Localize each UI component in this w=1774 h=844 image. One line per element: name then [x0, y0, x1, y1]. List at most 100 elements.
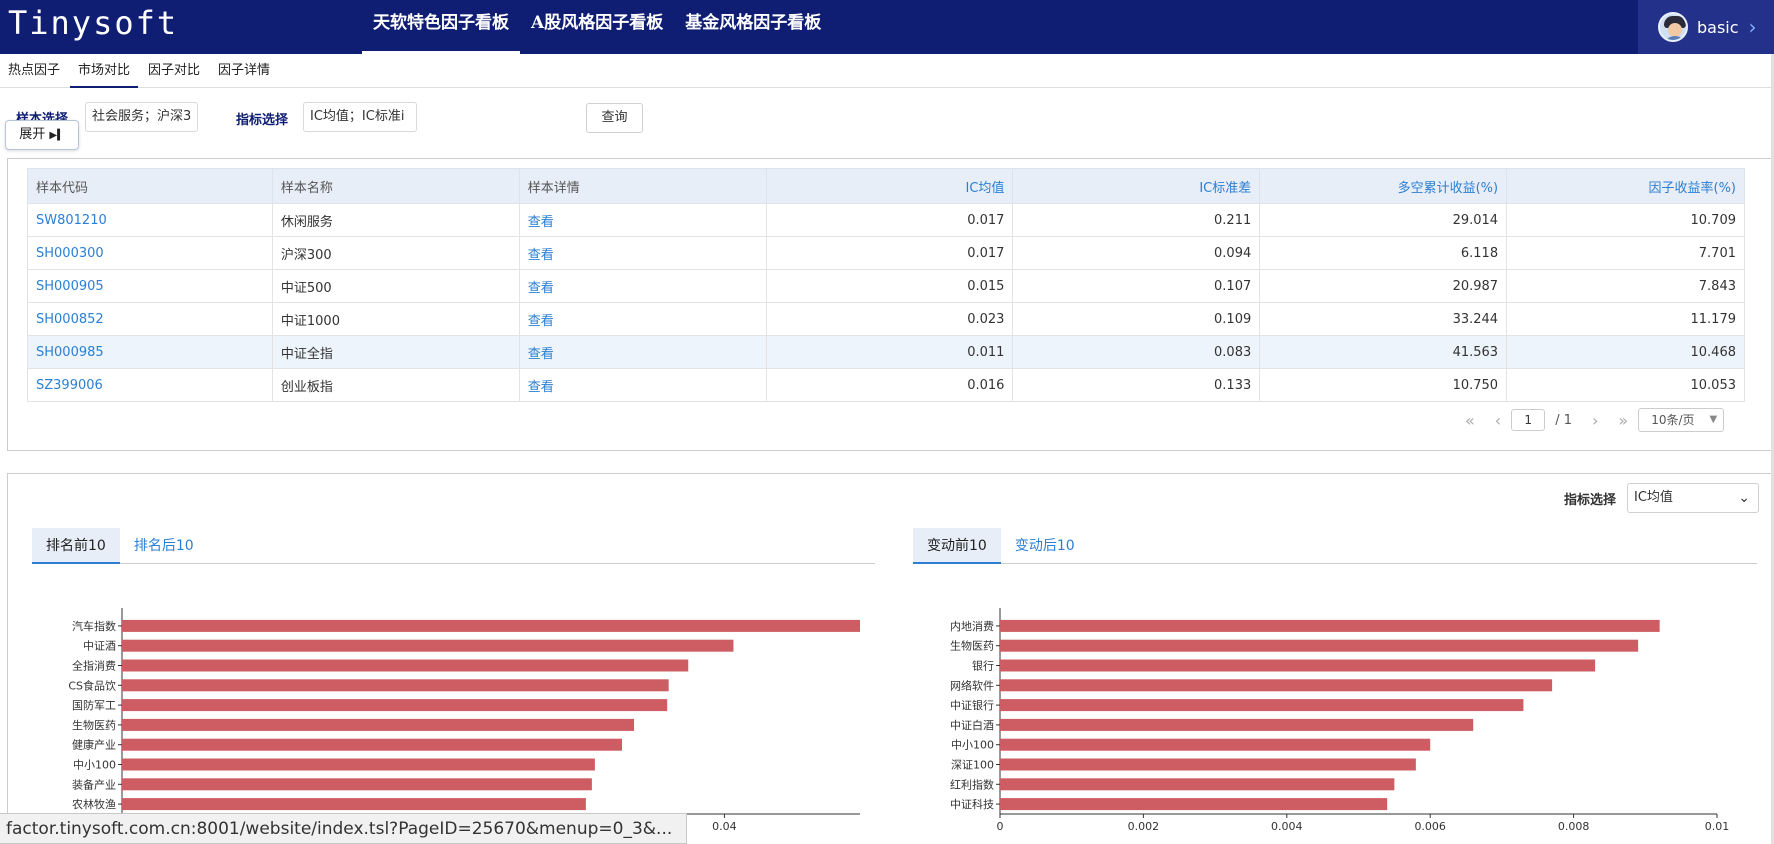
col-factor-return[interactable]: 因子收益率(%)	[1506, 168, 1745, 204]
page-total: / 1	[1555, 412, 1572, 428]
sample-code-link[interactable]: SH000852	[27, 302, 273, 336]
status-bar-url: factor.tinysoft.com.cn:8001/website/inde…	[0, 813, 688, 844]
ic-std-cell: 0.094	[1012, 236, 1261, 270]
bar[interactable]	[1000, 758, 1416, 771]
ic-std-cell: 0.133	[1012, 368, 1261, 402]
page-size-select[interactable]: 10条/页 ▼	[1638, 408, 1725, 432]
tab-bottom10[interactable]: 排名后10	[120, 528, 208, 564]
ic-std-cell: 0.107	[1012, 269, 1261, 303]
y-tick-label: 中证银行	[950, 698, 994, 712]
col-code[interactable]: 样本代码	[27, 168, 273, 204]
sample-code-link[interactable]: SH000985	[27, 335, 273, 369]
bar[interactable]	[1000, 659, 1596, 672]
chart-metric-label: 指标选择	[1564, 493, 1617, 508]
next-page-icon[interactable]: ›	[1592, 411, 1598, 430]
y-tick-label: 银行	[972, 659, 994, 673]
view-link[interactable]: 查看	[518, 236, 767, 270]
col-name[interactable]: 样本名称	[271, 168, 520, 204]
logo[interactable]: Tinysoft	[8, 4, 178, 42]
y-tick-label: 农林牧渔	[72, 797, 116, 811]
results-table: 样本代码 样本名称 样本详情 IC均值 IC标准差 多空累计收益(%) 因子收益…	[27, 168, 1745, 402]
ic-mean-cell: 0.015	[765, 269, 1014, 303]
long-short-cell: 20.987	[1259, 269, 1508, 303]
top-navbar: Tinysoft 天软特色因子看板 A股风格因子看板 基金风格因子看板 basi…	[0, 0, 1774, 54]
view-link[interactable]: 查看	[518, 335, 767, 369]
sample-code-link[interactable]: SH000905	[27, 269, 273, 303]
expand-label: 展开	[19, 127, 46, 142]
col-detail[interactable]: 样本详情	[518, 168, 767, 204]
sample-code-link[interactable]: SH000300	[27, 236, 273, 270]
y-tick-label: 网络软件	[950, 678, 994, 692]
bar[interactable]	[122, 619, 860, 632]
sample-code-link[interactable]: SZ399006	[27, 368, 273, 402]
top-nav: 天软特色因子看板 A股风格因子看板 基金风格因子看板	[362, 0, 832, 54]
bar[interactable]	[122, 798, 586, 811]
long-short-cell: 41.563	[1259, 335, 1508, 369]
col-ic-std[interactable]: IC标准差	[1012, 168, 1261, 204]
view-link[interactable]: 查看	[518, 368, 767, 402]
tab-top10[interactable]: 排名前10	[32, 528, 120, 564]
y-tick-label: 内地消费	[950, 619, 994, 633]
prev-page-icon[interactable]: ‹	[1495, 411, 1501, 430]
x-tick-label: 0	[997, 820, 1004, 833]
tab-factor-detail[interactable]: 因子详情	[210, 54, 278, 88]
left-chart-tabs: 排名前10 排名后10	[32, 528, 875, 564]
long-short-cell: 6.118	[1259, 236, 1508, 270]
sample-name: 创业板指	[271, 368, 520, 402]
bar[interactable]	[1000, 679, 1553, 692]
tab-change-bottom10[interactable]: 变动后10	[1001, 528, 1089, 564]
page-input[interactable]: 1	[1511, 409, 1546, 431]
query-button[interactable]: 查询	[586, 103, 643, 133]
bar[interactable]	[122, 699, 668, 712]
bar[interactable]	[1000, 738, 1431, 751]
bar[interactable]	[1000, 619, 1660, 632]
tab-factor-compare[interactable]: 因子对比	[140, 54, 208, 88]
nav-tinysoft-factor-board[interactable]: 天软特色因子看板	[362, 0, 520, 54]
y-tick-label: 中小100	[951, 739, 994, 752]
y-tick-label: 生物医药	[72, 718, 116, 732]
view-link[interactable]: 查看	[518, 269, 767, 303]
col-ic-mean[interactable]: IC均值	[765, 168, 1014, 204]
chart-metric-select[interactable]: IC均值 ⌄	[1627, 483, 1759, 513]
user-menu[interactable]: basic ›	[1638, 0, 1774, 54]
long-short-cell: 29.014	[1259, 203, 1508, 237]
left-bar-chart: 汽车指数中证酒全指消费 CS食品饮国防军工生物医药健康产业中小100 装备产业农林牧…	[68, 608, 860, 833]
metric-select-label: 指标选择	[236, 113, 289, 128]
tab-hot-factors[interactable]: 热点因子	[0, 54, 68, 88]
tab-change-top10[interactable]: 变动前10	[913, 528, 1001, 564]
factor-return-cell: 10.468	[1506, 335, 1745, 369]
x-tick-label: 0.004	[1271, 820, 1303, 833]
bar[interactable]	[122, 778, 592, 791]
y-tick-label: 中证白酒	[950, 718, 994, 732]
view-link[interactable]: 查看	[518, 203, 767, 237]
metric-select-input[interactable]: IC均值；IC标准i	[303, 102, 417, 132]
first-page-icon[interactable]: «	[1465, 411, 1475, 430]
ic-mean-cell: 0.017	[765, 203, 1014, 237]
view-link[interactable]: 查看	[518, 302, 767, 336]
sample-code-link[interactable]: SW801210	[27, 203, 273, 237]
sample-select-input[interactable]: 社会服务；沪深3	[85, 102, 198, 132]
nav-fund-style-board[interactable]: 基金风格因子看板	[674, 0, 832, 54]
y-tick-label: 中证科技	[950, 797, 994, 811]
last-page-icon[interactable]: »	[1618, 411, 1628, 430]
chevron-down-icon: ⌄	[1738, 490, 1750, 506]
expand-button[interactable]: 展开 ▶▍	[5, 120, 79, 150]
bar[interactable]	[122, 639, 734, 652]
bar[interactable]	[122, 679, 669, 692]
bar[interactable]	[122, 659, 689, 672]
col-long-short-return[interactable]: 多空累计收益(%)	[1259, 168, 1508, 204]
table-row: SH000300 沪深300 查看 0.017 0.094 6.118 7.70…	[27, 236, 1745, 270]
bar[interactable]	[122, 738, 622, 751]
bar[interactable]	[122, 718, 635, 731]
bar[interactable]	[1000, 798, 1388, 811]
bar[interactable]	[1000, 718, 1474, 731]
tab-market-compare[interactable]: 市场对比	[70, 54, 139, 88]
ic-std-cell: 0.083	[1012, 335, 1261, 369]
bar[interactable]	[1000, 699, 1524, 712]
y-tick-label: 红利指数	[950, 777, 994, 791]
nav-a-share-style-board[interactable]: A股风格因子看板	[520, 0, 674, 54]
bar[interactable]	[1000, 639, 1639, 652]
bar[interactable]	[1000, 778, 1395, 791]
factor-return-cell: 7.843	[1506, 269, 1745, 303]
bar[interactable]	[122, 758, 595, 771]
